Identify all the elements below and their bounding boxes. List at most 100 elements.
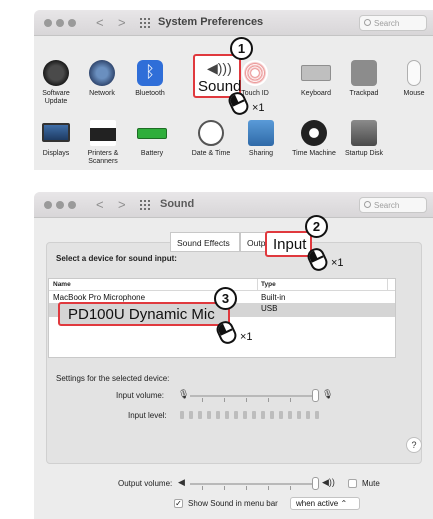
- show-sound-checkbox[interactable]: ✓: [174, 499, 183, 508]
- back-button[interactable]: <: [96, 15, 104, 30]
- minimize-button[interactable]: [56, 201, 64, 209]
- zoom-button[interactable]: [68, 201, 76, 209]
- pane-printers-scanners[interactable]: Printers & Scanners: [80, 120, 126, 166]
- keyboard-icon: [301, 65, 331, 81]
- globe-icon: [89, 60, 115, 86]
- search-placeholder: Search: [374, 201, 400, 210]
- pane-label: Printers & Scanners: [87, 150, 119, 165]
- pane-date-time[interactable]: Date & Time: [186, 120, 236, 158]
- input-tab-highlight[interactable]: Input: [265, 231, 312, 257]
- trackpad-icon: [351, 60, 377, 86]
- pane-label: Bluetooth: [135, 90, 165, 97]
- device-row-highlight[interactable]: PD100U Dynamic Mic: [58, 302, 230, 326]
- select-device-heading: Select a device for sound input:: [56, 254, 177, 263]
- pane-label: Keyboard: [301, 90, 331, 97]
- input-volume-label: Input volume:: [116, 391, 165, 400]
- search-icon: [364, 201, 371, 208]
- click-count: ×1: [331, 257, 344, 269]
- device-type: USB: [261, 304, 278, 313]
- minimize-button[interactable]: [56, 19, 64, 27]
- output-volume-slider[interactable]: [190, 483, 314, 485]
- close-button[interactable]: [44, 201, 52, 209]
- titlebar: < > System Preferences Search: [34, 10, 433, 36]
- pane-label: Displays: [42, 150, 70, 157]
- column-header-type[interactable]: Type: [261, 281, 276, 288]
- pane-label: Time Machine: [292, 150, 336, 157]
- search-icon: [364, 19, 371, 26]
- time-machine-icon: [301, 120, 327, 146]
- display-icon: [42, 123, 70, 142]
- tab-input: Input: [273, 236, 307, 253]
- window-title: System Preferences: [158, 16, 264, 28]
- device-type: Built-in: [261, 293, 286, 302]
- back-button[interactable]: <: [96, 197, 104, 212]
- pane-keyboard[interactable]: Keyboard: [296, 60, 336, 98]
- pane-label: Mouse: [403, 90, 425, 97]
- sharing-folder-icon: [248, 120, 274, 146]
- disk-icon: [351, 120, 377, 146]
- window-title: Sound: [160, 198, 195, 210]
- help-button[interactable]: ?: [406, 437, 422, 453]
- microphone-high-icon: 🎙: [322, 389, 334, 399]
- pane-battery[interactable]: Battery: [132, 120, 172, 158]
- click-count: ×1: [252, 102, 265, 114]
- step-2-badge: 2: [305, 215, 328, 238]
- pane-mouse[interactable]: Mouse: [396, 60, 432, 98]
- pane-sharing[interactable]: Sharing: [240, 120, 282, 158]
- output-volume-knob[interactable]: [312, 477, 319, 490]
- printer-icon: [90, 120, 116, 146]
- search-placeholder: Search: [374, 19, 400, 28]
- show-all-grid-icon[interactable]: [140, 18, 151, 28]
- bluetooth-icon: ᛒ: [137, 60, 163, 86]
- pane-bluetooth[interactable]: ᛒ Bluetooth: [126, 60, 174, 98]
- step-3-badge: 3: [214, 287, 237, 310]
- clock-icon: [198, 120, 224, 146]
- device-name: MacBook Pro Microphone: [53, 293, 146, 302]
- input-volume-slider[interactable]: [190, 395, 314, 397]
- forward-button[interactable]: >: [118, 15, 126, 30]
- settings-heading: Settings for the selected device:: [56, 374, 170, 383]
- pane-label: Network: [89, 90, 115, 97]
- mouse-icon: [407, 60, 421, 86]
- pane-label: Trackpad: [349, 90, 379, 97]
- pane-label: Sharing: [248, 150, 274, 157]
- close-button[interactable]: [44, 19, 52, 27]
- show-sound-label: Show Sound in menu bar: [188, 499, 278, 508]
- device-name-callout: PD100U Dynamic Mic: [68, 306, 215, 323]
- speaker-icon: ◀))): [207, 60, 232, 76]
- sound-pane-highlight[interactable]: ◀))) Sound: [193, 54, 241, 98]
- pane-time-machine[interactable]: Time Machine: [292, 120, 336, 158]
- speaker-high-icon: ◀)): [322, 477, 335, 487]
- forward-button[interactable]: >: [118, 197, 126, 212]
- pane-displays[interactable]: Displays: [36, 120, 76, 158]
- pane-startup-disk[interactable]: Startup Disk: [343, 120, 385, 158]
- pane-label: Battery: [140, 150, 164, 157]
- show-all-grid-icon[interactable]: [140, 200, 151, 210]
- pane-label: Startup Disk: [344, 150, 384, 157]
- pane-network[interactable]: Network: [80, 60, 124, 98]
- search-field[interactable]: Search: [359, 15, 427, 31]
- software-update-icon: [43, 60, 69, 86]
- show-sound-select[interactable]: when active ⌃: [290, 497, 360, 510]
- fingerprint-icon: [242, 60, 268, 86]
- output-volume-label: Output volume:: [118, 479, 173, 488]
- battery-icon: [137, 128, 167, 139]
- tab-sound-effects[interactable]: Sound Effects: [170, 232, 240, 252]
- pane-trackpad[interactable]: Trackpad: [343, 60, 385, 98]
- pane-software-update[interactable]: Software Update: [36, 60, 76, 106]
- search-field[interactable]: Search: [359, 197, 427, 213]
- titlebar: < > Sound Search: [34, 192, 433, 218]
- step-1-badge: 1: [230, 37, 253, 60]
- input-level-label: Input level:: [128, 411, 167, 420]
- input-volume-knob[interactable]: [312, 389, 319, 402]
- click-count: ×1: [240, 331, 253, 343]
- sound-window: < > Sound Search Sound Effects Outp Sele…: [34, 192, 433, 519]
- pane-label: Software Update: [42, 90, 70, 105]
- microphone-low-icon: 🎙: [178, 389, 190, 399]
- speaker-low-icon: ◀: [178, 477, 185, 487]
- mute-checkbox[interactable]: [348, 479, 357, 488]
- column-header-name[interactable]: Name: [53, 281, 71, 288]
- zoom-button[interactable]: [68, 19, 76, 27]
- mute-label: Mute: [362, 479, 380, 488]
- pane-label: Date & Time: [191, 150, 231, 157]
